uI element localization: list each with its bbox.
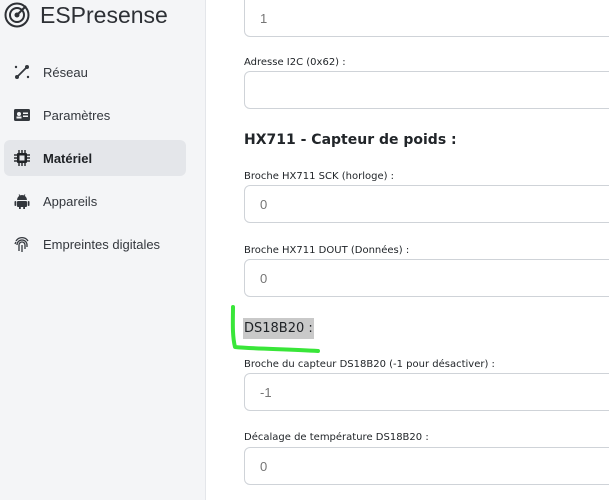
sidebar-item-empreintes[interactable]: Empreintes digitales: [4, 226, 186, 262]
hx711-section-title: HX711 - Capteur de poids :: [244, 132, 457, 148]
android-icon: [12, 191, 32, 211]
i2c-address-field[interactable]: [244, 71, 609, 109]
id-card-icon: [12, 105, 32, 125]
hx711-dout-input[interactable]: [258, 269, 609, 287]
sidebar-item-label: Matériel: [43, 150, 93, 166]
ds18b20-pin-label: Broche du capteur DS18B20 (-1 pour désac…: [244, 359, 495, 370]
fingerprint-icon: [12, 234, 32, 254]
i2c-address-input[interactable]: [258, 81, 609, 99]
ds18b20-offset-input[interactable]: [258, 457, 609, 475]
brand[interactable]: ESPresense: [4, 0, 168, 30]
hx711-dout-field[interactable]: [244, 259, 609, 297]
ds18b20-offset-field[interactable]: [244, 447, 609, 485]
sidebar-item-label: Empreintes digitales: [43, 236, 161, 252]
chip-icon: [12, 148, 32, 168]
sidebar: ESPresense Réseau Paramètres Matériel Ap…: [0, 0, 206, 500]
app-title: ESPresense: [40, 1, 168, 28]
top-field[interactable]: [244, 0, 609, 37]
espresense-logo-icon: [4, 2, 30, 28]
ds18b20-section-title: DS18B20 :: [243, 318, 314, 339]
sidebar-item-reseau[interactable]: Réseau: [4, 54, 186, 90]
top-field-input[interactable]: [258, 9, 609, 27]
sidebar-item-parametres[interactable]: Paramètres: [4, 97, 186, 133]
hx711-sck-label: Broche HX711 SCK (horloge) :: [244, 171, 395, 182]
hx711-sck-field[interactable]: [244, 185, 609, 223]
network-icon: [12, 62, 32, 82]
i2c-address-label: Adresse I2C (0x62) :: [244, 57, 346, 68]
hx711-sck-input[interactable]: [258, 195, 609, 213]
sidebar-item-materiel[interactable]: Matériel: [4, 140, 186, 176]
ds18b20-pin-input[interactable]: [258, 383, 609, 401]
ds18b20-pin-field[interactable]: [244, 373, 609, 411]
main-panel: Adresse I2C (0x62) : HX711 - Capteur de …: [207, 0, 609, 500]
sidebar-item-label: Réseau: [43, 64, 88, 80]
hx711-dout-label: Broche HX711 DOUT (Données) :: [244, 245, 410, 256]
sidebar-item-label: Appareils: [43, 193, 98, 209]
sidebar-item-appareils[interactable]: Appareils: [4, 183, 186, 219]
sidebar-item-label: Paramètres: [43, 107, 111, 123]
ds18b20-offset-label: Décalage de température DS18B20 :: [244, 432, 429, 443]
